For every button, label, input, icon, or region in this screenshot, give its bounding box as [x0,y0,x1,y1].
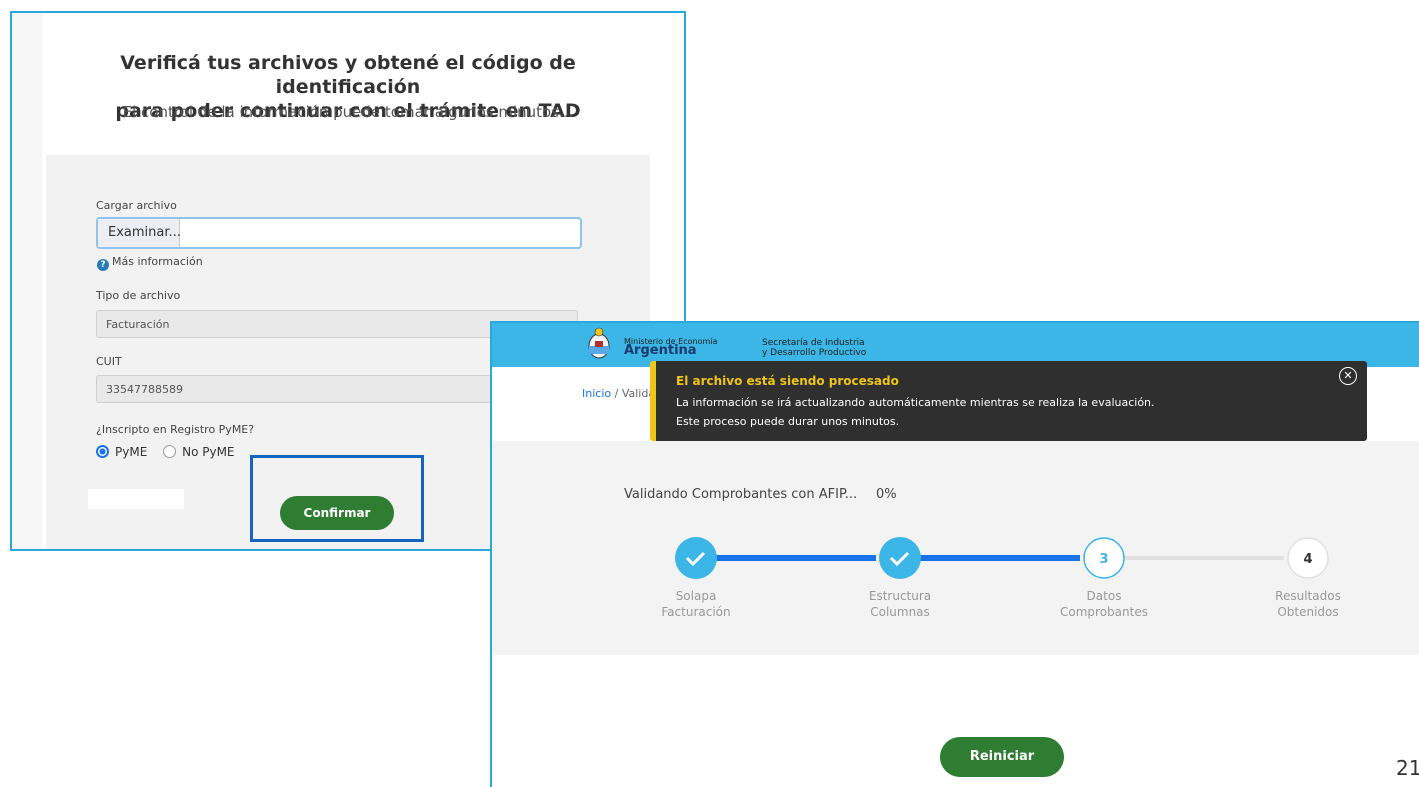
help-icon: ? [97,259,109,271]
step-2-label: Estructura Columnas [830,588,970,620]
redaction-box [88,489,184,509]
toast-message-line2: Este proceso puede durar unos minutos. [676,415,900,428]
pyme-question-label: ¿Inscripto en Registro PyME? [96,423,255,436]
step-2-done [879,537,921,579]
background-strip [12,13,42,549]
toast-title: El archivo está siendo procesado [676,374,899,388]
page-subtitle: El control de la información puede tomar… [122,103,574,121]
radio-pyme[interactable]: PyME [96,445,147,459]
radio-pyme-label: PyME [115,445,148,459]
file-input[interactable]: Examinar... [96,217,582,249]
more-info-label: Más información [112,255,203,268]
step-connector-1 [696,555,876,561]
step-1-done [675,537,717,579]
step-2-label-line2: Columnas [870,605,930,619]
file-label: Cargar archivo [96,199,177,212]
step-1-label-line1: Solapa [675,589,717,603]
step-2-label-line1: Estructura [868,589,932,603]
step-3-label: Datos Comprobantes [1034,588,1174,620]
radio-no-pyme[interactable]: No PyME [163,445,235,459]
step-4-label-line2: Obtenidos [1277,605,1339,619]
radio-unselected-icon [163,445,177,458]
radio-selected-icon [96,445,109,458]
step-4-label-line1: Resultados [1275,589,1341,603]
restart-button[interactable]: Reiniciar [940,737,1064,777]
processing-toast: El archivo está siendo procesado La info… [650,361,1367,441]
confirm-button[interactable]: Confirmar [280,496,394,530]
cuit-value: 33547788589 [106,383,183,396]
step-3-number: 3 [1099,552,1108,567]
title-line-1: Verificá tus archivos y obtené el código… [120,52,576,98]
toast-message-line1: La información se irá actualizando autom… [676,396,1155,409]
step-1-label: Solapa Facturación [626,588,766,620]
step-connector-3 [1104,556,1284,560]
cuit-label: CUIT [96,355,122,368]
pyme-radio-group: PyME No PyME [96,445,235,459]
close-circle-icon[interactable]: ✕ [1339,367,1357,385]
radio-no-pyme-label: No PyME [182,445,235,459]
step-connector-2 [900,555,1080,561]
step-3-label-line2: Comprobantes [1060,605,1148,619]
step-4-label: Resultados Obtenidos [1238,588,1378,620]
step-4-number: 4 [1303,552,1312,567]
step-1-label-line2: Facturación [661,605,731,619]
more-info-link[interactable]: ? Más información [97,255,203,271]
browse-button[interactable]: Examinar... [98,219,181,247]
file-type-label: Tipo de archivo [96,289,181,302]
step-3-label-line1: Datos [1086,589,1122,603]
step-4-pending: 4 [1287,537,1329,579]
file-type-value: Facturación [106,318,170,331]
step-3-current: 3 [1083,537,1125,579]
page-number: 21 [1396,756,1419,780]
